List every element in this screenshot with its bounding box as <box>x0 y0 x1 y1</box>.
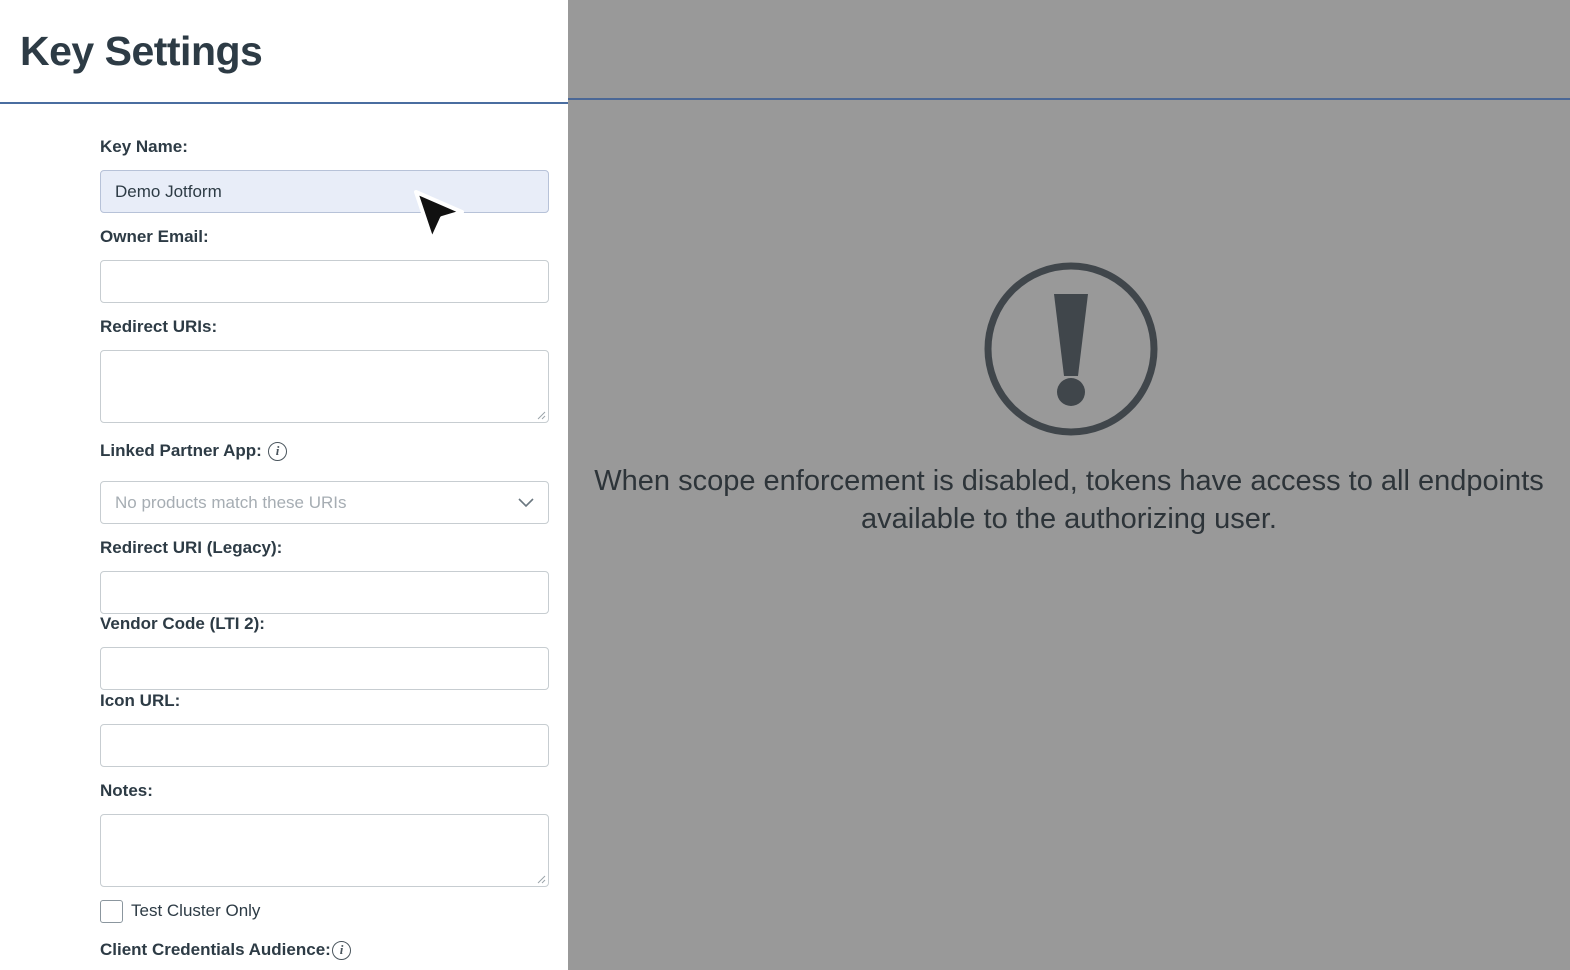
resize-grip-icon[interactable] <box>537 875 546 884</box>
exclamation-circle-icon <box>984 262 1158 436</box>
test-cluster-only-label[interactable]: Test Cluster Only <box>131 901 260 921</box>
redirect-uris-label: Redirect URIs: <box>100 317 218 336</box>
redirect-uri-legacy-label: Redirect URI (Legacy): <box>100 538 283 557</box>
vendor-code-label: Vendor Code (LTI 2): <box>100 614 265 633</box>
vendor-code-input[interactable] <box>100 647 549 690</box>
key-name-input[interactable]: Demo Jotform <box>100 170 549 213</box>
client-credentials-audience-label: Client Credentials Audience: <box>100 940 331 959</box>
owner-email-label: Owner Email: <box>100 227 209 246</box>
redirect-uri-legacy-input[interactable] <box>100 571 549 614</box>
icon-url-input[interactable] <box>100 724 549 767</box>
info-icon[interactable]: i <box>332 941 351 960</box>
test-cluster-only-checkbox[interactable] <box>100 900 123 923</box>
notes-label: Notes: <box>100 781 153 800</box>
linked-partner-app-select[interactable]: No products match these URIs <box>100 481 549 524</box>
scope-enforcement-overlay: When scope enforcement is disabled, toke… <box>568 0 1570 970</box>
linked-partner-app-label: Linked Partner App: <box>100 441 262 460</box>
chevron-down-icon <box>518 498 534 508</box>
icon-url-label: Icon URL: <box>100 691 181 710</box>
resize-grip-icon[interactable] <box>537 411 546 420</box>
panel-header: Key Settings <box>0 0 568 104</box>
overlay-divider <box>568 98 1570 100</box>
info-icon[interactable]: i <box>268 442 287 461</box>
notes-textarea[interactable] <box>100 814 549 887</box>
linked-partner-app-placeholder: No products match these URIs <box>115 493 347 512</box>
owner-email-input[interactable] <box>100 260 549 303</box>
scope-enforcement-message: When scope enforcement is disabled, toke… <box>594 465 1544 535</box>
key-settings-panel: Key Settings Key Name: Demo Jotform Owne… <box>0 0 568 970</box>
key-name-label: Key Name: <box>100 137 188 156</box>
page-title: Key Settings <box>20 28 263 74</box>
redirect-uris-textarea[interactable] <box>100 350 549 423</box>
